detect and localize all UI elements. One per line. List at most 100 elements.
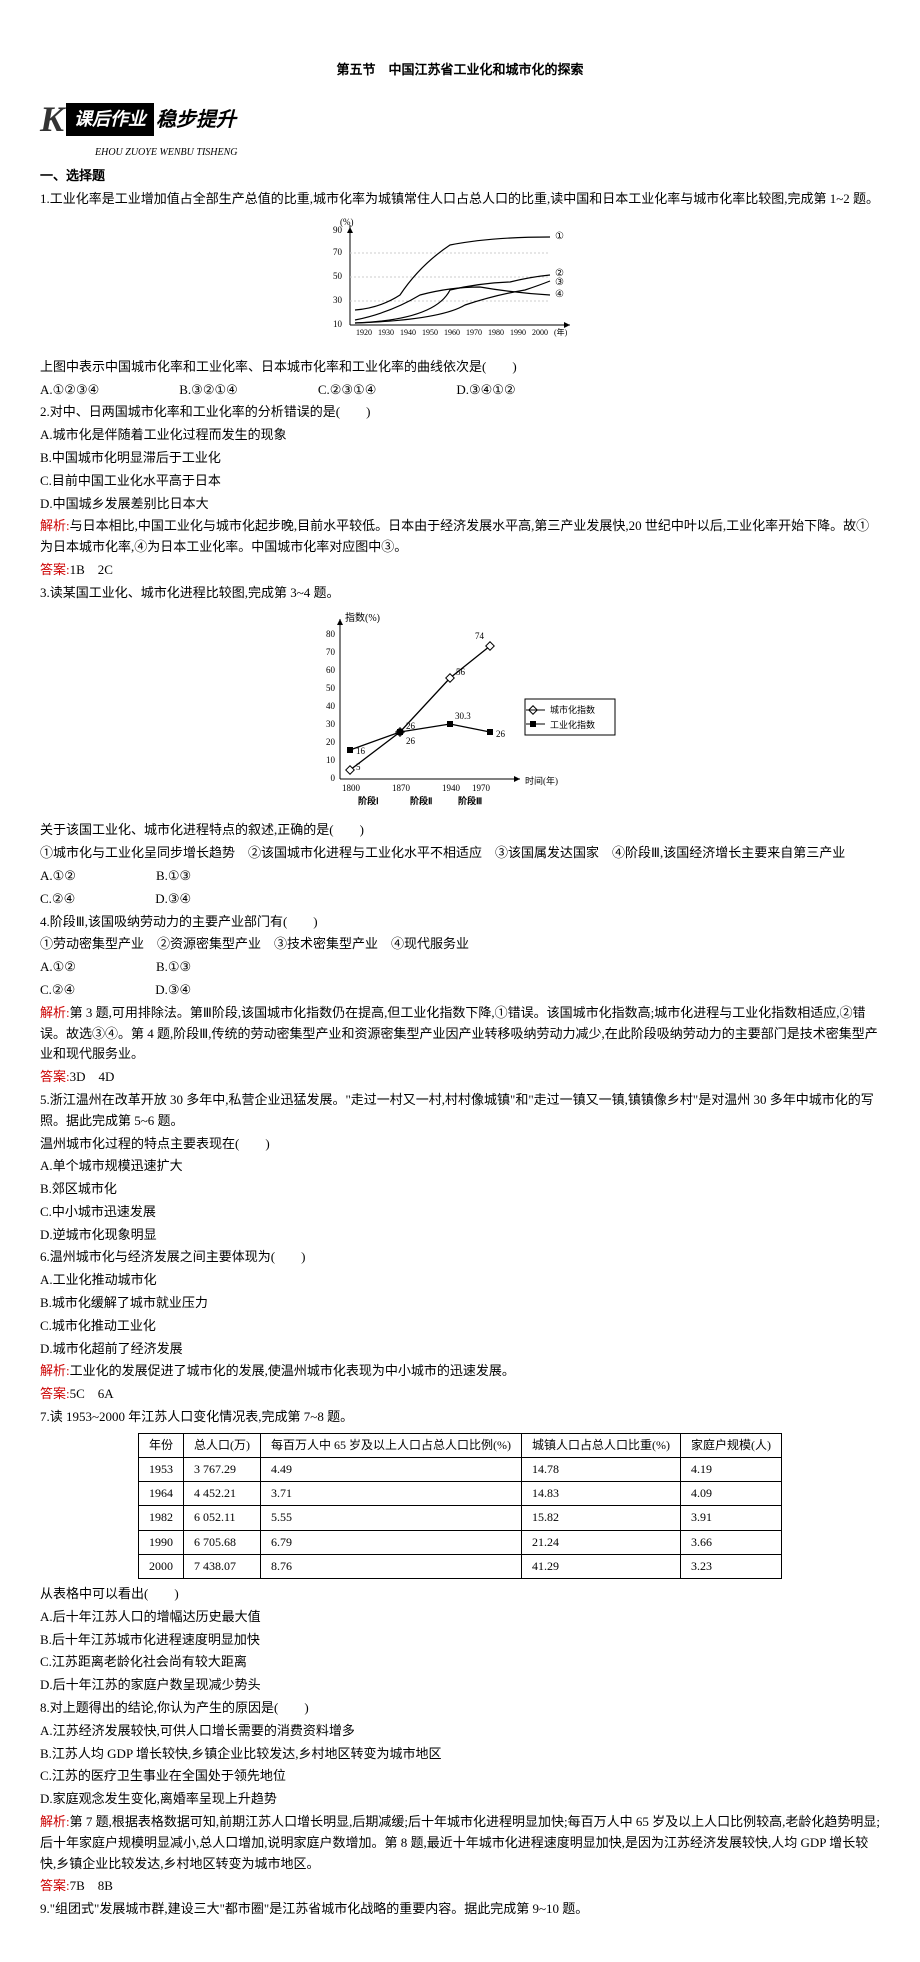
q8-opt-b: B.江苏人均 GDP 增长较快,乡镇企业比较发达,乡村地区转变为城市地区 — [40, 1744, 880, 1765]
svg-text:16: 16 — [356, 746, 366, 756]
svg-text:10: 10 — [326, 755, 336, 765]
q1-opt-c: C.②③①④ — [318, 380, 377, 401]
q2-opt-b: B.中国城市化明显滞后于工业化 — [40, 448, 880, 469]
analysis-56: 解析:工业化的发展促进了城市化的发展,使温州城市化表现为中小城市的迅速发展。 — [40, 1361, 880, 1382]
q3-opts-row2: C.②④ D.③④ — [40, 889, 880, 910]
svg-text:指数(%): 指数(%) — [345, 611, 380, 624]
q5-opt-c: C.中小城市迅速发展 — [40, 1202, 880, 1223]
svg-text:1980: 1980 — [488, 328, 504, 337]
svg-text:50: 50 — [326, 683, 336, 693]
svg-text:5: 5 — [356, 762, 361, 772]
svg-text:20: 20 — [326, 737, 336, 747]
q2-opt-c: C.目前中国工业化水平高于日本 — [40, 471, 880, 492]
table-row: 19826 052.115.5515.823.91 — [138, 1506, 781, 1530]
question-8: 8.对上题得出的结论,你认为产生的原因是( ) — [40, 1698, 880, 1719]
q8-opt-d: D.家庭观念发生变化,离婚率呈现上升趋势 — [40, 1789, 880, 1810]
question-4b: ①劳动密集型产业 ②资源密集型产业 ③技术密集型产业 ④现代服务业 — [40, 934, 880, 955]
question-3c: ①城市化与工业化呈同步增长趋势 ②该国城市化进程与工业化水平不相适应 ③该国属发… — [40, 843, 880, 864]
q7-opt-c: C.江苏距离老龄化社会尚有较大距离 — [40, 1652, 880, 1673]
svg-text:1970: 1970 — [466, 328, 482, 337]
svg-text:26: 26 — [406, 736, 416, 746]
q4-opt-b: B.①③ — [156, 957, 191, 978]
q1-opt-d: D.③④①② — [456, 380, 515, 401]
analysis-34: 解析:第 3 题,可用排除法。第Ⅲ阶段,该国城市化指数仍在提高,但工业化指数下降… — [40, 1003, 880, 1065]
question-6: 6.温州城市化与经济发展之间主要体现为( ) — [40, 1247, 880, 1268]
banner-k: K — [40, 91, 64, 149]
svg-text:1940: 1940 — [400, 328, 416, 337]
answer-78: 答案:7B 8B — [40, 1876, 880, 1897]
svg-text:40: 40 — [326, 701, 336, 711]
q3-opt-d: D.③④ — [155, 889, 191, 910]
question-5b: 温州城市化过程的特点主要表现在( ) — [40, 1134, 880, 1155]
q3-opt-b: B.①③ — [156, 866, 191, 887]
question-9: 9."组团式"发展城市群,建设三大"都市圈"是江苏省城市化战略的重要内容。据此完… — [40, 1899, 880, 1920]
q3-opts-row1: A.①② B.①③ — [40, 866, 880, 887]
banner-pinyin: EHOU ZUOYE WENBU TISHENG — [95, 145, 880, 161]
svg-text:74: 74 — [475, 631, 485, 641]
q1-options: A.①②③④ B.③②①④ C.②③①④ D.③④①② — [40, 380, 880, 401]
svg-text:0: 0 — [331, 773, 336, 783]
y-label: (%) — [340, 217, 354, 227]
th-house: 家庭户规模(人) — [681, 1433, 782, 1457]
svg-text:70: 70 — [326, 647, 336, 657]
q2-opt-d: D.中国城乡发展差别比日本大 — [40, 494, 880, 515]
svg-text:工业化指数: 工业化指数 — [550, 719, 595, 730]
svg-text:①: ① — [555, 231, 564, 242]
q1-opt-b: B.③②①④ — [179, 380, 238, 401]
svg-text:56: 56 — [456, 667, 466, 677]
banner-bold: 稳步提升 — [156, 104, 236, 136]
table-row: 19906 705.686.7921.243.66 — [138, 1530, 781, 1554]
q4-opt-a: A.①② — [40, 957, 76, 978]
question-1b: 上图中表示中国城市化率和工业化率、日本城市化率和工业化率的曲线依次是( ) — [40, 357, 880, 378]
svg-text:30: 30 — [326, 719, 336, 729]
svg-text:1930: 1930 — [378, 328, 394, 337]
q7-opt-d: D.后十年江苏的家庭户数呈现减少势头 — [40, 1675, 880, 1696]
q1-opt-a: A.①②③④ — [40, 380, 99, 401]
svg-text:阶段Ⅰ: 阶段Ⅰ — [358, 795, 379, 806]
analysis-label: 解析: — [40, 518, 70, 533]
svg-text:1920: 1920 — [356, 328, 372, 337]
svg-text:1950: 1950 — [422, 328, 438, 337]
q5-opt-d: D.逆城市化现象明显 — [40, 1225, 880, 1246]
population-table: 年份 总人口(万) 每百万人中 65 岁及以上人口占总人口比例(%) 城镇人口占… — [138, 1433, 782, 1579]
q7-opt-b: B.后十年江苏城市化进程速度明显加快 — [40, 1630, 880, 1651]
svg-text:阶段Ⅲ: 阶段Ⅲ — [458, 795, 482, 806]
svg-text:2000: 2000 — [532, 328, 548, 337]
q6-opt-b: B.城市化缓解了城市就业压力 — [40, 1293, 880, 1314]
svg-text:(年): (年) — [554, 327, 568, 337]
page-title: 第五节 中国江苏省工业化和城市化的探索 — [40, 60, 880, 81]
svg-text:④: ④ — [555, 289, 564, 300]
q4-opts-row1: A.①② B.①③ — [40, 957, 880, 978]
answer-12: 答案:1B 2C — [40, 560, 880, 581]
section-heading: 一、选择题 — [40, 166, 880, 187]
svg-text:1990: 1990 — [510, 328, 526, 337]
q5-opt-b: B.郊区城市化 — [40, 1179, 880, 1200]
q8-opt-a: A.江苏经济发展较快,可供人口增长需要的消费资料增多 — [40, 1721, 880, 1742]
q6-opt-a: A.工业化推动城市化 — [40, 1270, 880, 1291]
svg-text:1870: 1870 — [392, 783, 411, 793]
svg-text:90: 90 — [333, 225, 343, 235]
q6-opt-d: D.城市化超前了经济发展 — [40, 1339, 880, 1360]
svg-text:时间(年): 时间(年) — [525, 775, 558, 786]
th-year: 年份 — [138, 1433, 183, 1457]
question-3: 3.读某国工业化、城市化进程比较图,完成第 3~4 题。 — [40, 583, 880, 604]
svg-text:60: 60 — [326, 665, 336, 675]
svg-text:1960: 1960 — [444, 328, 460, 337]
svg-text:阶段Ⅱ: 阶段Ⅱ — [410, 795, 432, 806]
answer-34: 答案:3D 4D — [40, 1067, 880, 1088]
banner-box: 课后作业 — [66, 103, 154, 136]
analysis-78: 解析:第 7 题,根据表格数据可知,前期江苏人口增长明显,后期减缓;后十年城市化… — [40, 1812, 880, 1874]
question-7: 7.读 1953~2000 年江苏人口变化情况表,完成第 7~8 题。 — [40, 1407, 880, 1428]
svg-text:10: 10 — [333, 319, 343, 329]
th-65: 每百万人中 65 岁及以上人口占总人口比例(%) — [261, 1433, 522, 1457]
question-3b: 关于该国工业化、城市化进程特点的叙述,正确的是( ) — [40, 820, 880, 841]
q2-opt-a: A.城市化是伴随着工业化过程而发生的现象 — [40, 425, 880, 446]
answer-label: 答案: — [40, 562, 70, 577]
svg-text:1800: 1800 — [342, 783, 361, 793]
question-2: 2.对中、日两国城市化率和工业化率的分析错误的是( ) — [40, 402, 880, 423]
q3-opt-c: C.②④ — [40, 889, 75, 910]
th-pop: 总人口(万) — [184, 1433, 261, 1457]
q5-opt-a: A.单个城市规模迅速扩大 — [40, 1156, 880, 1177]
table-header-row: 年份 总人口(万) 每百万人中 65 岁及以上人口占总人口比例(%) 城镇人口占… — [138, 1433, 781, 1457]
question-4: 4.阶段Ⅲ,该国吸纳劳动力的主要产业部门有( ) — [40, 912, 880, 933]
